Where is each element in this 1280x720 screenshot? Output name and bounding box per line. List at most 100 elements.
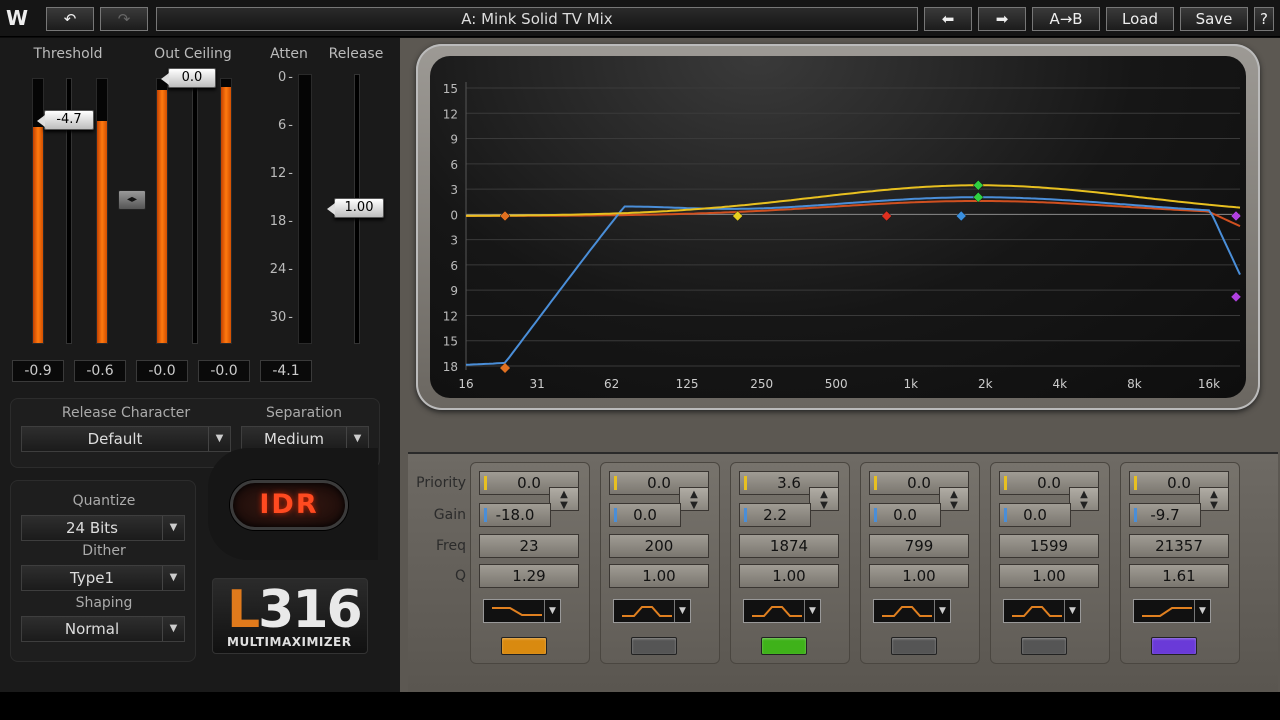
band-5-q-field[interactable]: 1.00	[999, 564, 1099, 588]
band-priority-value: 0.0	[1037, 474, 1061, 492]
top-toolbar: W ↶ ↷ A: Mink Solid TV Mix ⬅ ➡ A→B Load …	[0, 0, 1280, 37]
band-strip-1: 0.0 ▲ ▼ -18.0 23 1.29 ▼	[470, 462, 590, 664]
priority-eq-curve	[466, 184, 1241, 217]
link-arrows-icon: ◂▸	[126, 194, 138, 205]
save-button[interactable]: Save	[1180, 7, 1248, 31]
band-4-gain-field[interactable]: 0.0	[869, 503, 941, 527]
band-1-stepper[interactable]: ▲ ▼	[549, 487, 579, 511]
band-2-freq-field[interactable]: 200	[609, 534, 709, 558]
band-1-freq-field[interactable]: 23	[479, 534, 579, 558]
eq-x-tick-label: 16	[458, 377, 473, 391]
band-marker-handle[interactable]	[1230, 291, 1242, 303]
ab-compare-button[interactable]: A→B	[1032, 7, 1100, 31]
eq-y-tick-label: 6	[450, 259, 458, 273]
band-priority-value: 0.0	[907, 474, 931, 492]
spin-up-icon: ▲	[560, 489, 568, 500]
band-6-shape-selector[interactable]: ▼	[1133, 599, 1211, 623]
priority-indicator-icon	[1004, 476, 1007, 490]
eq-y-tick-label: 15	[443, 335, 458, 349]
dropdown-arrow-icon: ▼	[208, 427, 230, 451]
load-button[interactable]: Load	[1106, 7, 1174, 31]
eq-display[interactable]: 15 12 9 6 3 0 3 6 9 12 15 18 16 31 62 125 250 500 1k 2k 4k 8k…	[430, 56, 1246, 398]
release-character-value: Default	[87, 430, 143, 448]
band-2-shape-selector[interactable]: ▼	[613, 599, 691, 623]
band-marker-handle[interactable]	[881, 210, 892, 222]
dither-group: Quantize 24 Bits ▼ Dither Type1 ▼ Shapin…	[10, 480, 196, 662]
band-3-shape-selector[interactable]: ▼	[743, 599, 821, 623]
threshold-slider-handle[interactable]: -4.7	[37, 110, 94, 130]
band-5-enable-toggle[interactable]	[1021, 637, 1067, 655]
q-row-label: Q	[454, 568, 466, 584]
band-5-stepper[interactable]: ▲ ▼	[1069, 487, 1099, 511]
band-strip-3: 3.6 ▲ ▼ 2.2 1874 1.00 ▼	[730, 462, 850, 664]
band-3-stepper[interactable]: ▲ ▼	[809, 487, 839, 511]
redo-button[interactable]: ↷	[100, 7, 148, 31]
undo-button[interactable]: ↶	[46, 7, 94, 31]
band-1-q-field[interactable]: 1.29	[479, 564, 579, 588]
band-6-stepper[interactable]: ▲ ▼	[1199, 487, 1229, 511]
band-1-gain-marker-handle[interactable]	[500, 363, 511, 373]
band-6-enable-toggle[interactable]	[1151, 637, 1197, 655]
band-1-shape-selector[interactable]: ▼	[483, 599, 561, 623]
eq-x-tick-label: 4k	[1053, 377, 1068, 391]
band-5-gain-field[interactable]: 0.0	[999, 503, 1071, 527]
band-4-stepper[interactable]: ▲ ▼	[939, 487, 969, 511]
atten-tick-label: 18	[263, 214, 293, 229]
dropdown-arrow-icon: ▼	[544, 600, 560, 622]
band-3-q-field[interactable]: 1.00	[739, 564, 839, 588]
band-2-q-field[interactable]: 1.00	[609, 564, 709, 588]
band-marker-handle[interactable]	[955, 210, 967, 222]
band-4-enable-toggle[interactable]	[891, 637, 937, 655]
eq-y-tick-label: 9	[450, 133, 458, 147]
out-ceiling-meter-right	[220, 78, 232, 344]
previous-preset-button[interactable]: ⬅	[924, 7, 972, 31]
atten-label: Atten	[270, 46, 308, 62]
band-1-enable-toggle[interactable]	[501, 637, 547, 655]
band-6-q-field[interactable]: 1.61	[1129, 564, 1229, 588]
band-6-gain-field[interactable]: -9.7	[1129, 503, 1201, 527]
band-2-stepper[interactable]: ▲ ▼	[679, 487, 709, 511]
band-4-shape-icon	[882, 606, 932, 617]
band-6-freq-field[interactable]: 21357	[1129, 534, 1229, 558]
band-marker-handle[interactable]	[499, 210, 511, 222]
gain-indicator-icon	[744, 508, 747, 522]
band-5-freq-field[interactable]: 1599	[999, 534, 1099, 558]
eq-y-tick-label: 18	[443, 360, 458, 374]
band-gain-value: -18.0	[495, 506, 535, 524]
quantize-dropdown[interactable]: 24 Bits ▼	[21, 515, 185, 541]
release-character-dropdown[interactable]: Default ▼	[21, 426, 231, 452]
band-2-gain-field[interactable]: 0.0	[609, 503, 681, 527]
out-ceiling-slider-handle[interactable]: 0.0	[161, 68, 216, 88]
eq-y-tick-label: 12	[443, 309, 458, 323]
idr-button[interactable]: IDR	[230, 480, 348, 530]
atten-tick-label: 30	[263, 310, 293, 325]
shaping-dropdown[interactable]: Normal ▼	[21, 616, 185, 642]
spin-down-icon: ▼	[950, 500, 958, 511]
band-3-enable-toggle[interactable]	[761, 637, 807, 655]
atten-tick-label: 12	[263, 166, 293, 181]
priority-indicator-icon	[484, 476, 487, 490]
dither-dropdown[interactable]: Type1 ▼	[21, 565, 185, 591]
band-3-freq-field[interactable]: 1874	[739, 534, 839, 558]
help-button[interactable]: ?	[1254, 7, 1274, 31]
band-5-shape-selector[interactable]: ▼	[1003, 599, 1081, 623]
band-1-gain-field[interactable]: -18.0	[479, 503, 551, 527]
band-2-enable-toggle[interactable]	[631, 637, 677, 655]
band-gain-value: -9.7	[1150, 506, 1180, 524]
preset-name-field[interactable]: A: Mink Solid TV Mix	[156, 7, 918, 31]
priority-indicator-icon	[1134, 476, 1137, 490]
band-marker-handle[interactable]	[1230, 210, 1242, 222]
band-4-freq-field[interactable]: 799	[869, 534, 969, 558]
next-preset-button[interactable]: ➡	[978, 7, 1026, 31]
band-4-shape-selector[interactable]: ▼	[873, 599, 951, 623]
release-character-label: Release Character	[61, 405, 191, 421]
band-4-q-field[interactable]: 1.00	[869, 564, 969, 588]
filter-shape-path	[882, 606, 932, 617]
link-meters-button[interactable]: ◂▸	[118, 190, 146, 210]
out-ceiling-slider-track[interactable]	[192, 78, 198, 344]
threshold-meter-right	[96, 78, 108, 344]
atten-readout: -4.1	[260, 360, 312, 382]
release-slider-handle[interactable]: 1.00	[327, 198, 384, 218]
threshold-meter-left-fill	[33, 126, 43, 343]
band-3-gain-field[interactable]: 2.2	[739, 503, 811, 527]
